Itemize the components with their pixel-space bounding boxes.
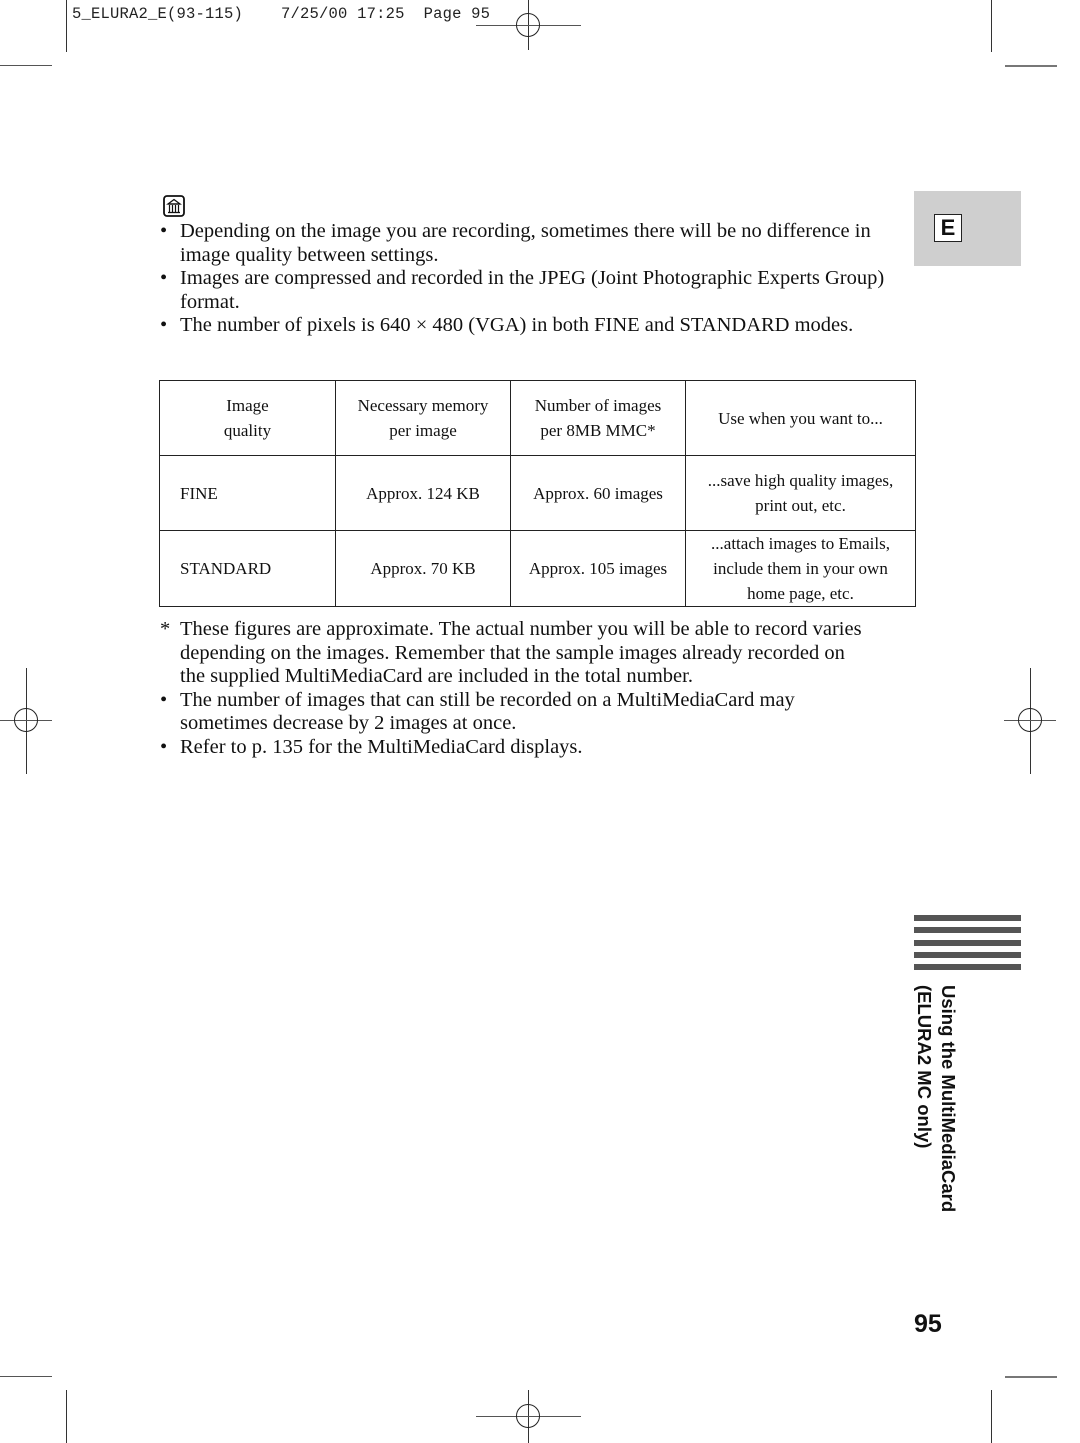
print-slug: 5_ELURA2_E(93-115) 7/25/00 17:25 Page 95 xyxy=(72,5,490,23)
table-row: FINE Approx. 124 KB Approx. 60 images ..… xyxy=(159,455,916,531)
header-images-per-card: Number of images per 8MB MMC* xyxy=(510,380,686,456)
slug-date: 7/25/00 xyxy=(281,5,348,23)
bullet-mark: • xyxy=(160,267,168,289)
use-line: home page, etc. xyxy=(747,584,854,603)
notes-list: • Depending on the image you are recordin… xyxy=(160,220,900,338)
header-memory-per-image: Necessary memory per image xyxy=(335,380,511,456)
note-text: Depending on the image you are recording… xyxy=(180,220,871,266)
bullet-mark: • xyxy=(160,314,168,336)
header-line: per image xyxy=(389,421,457,440)
use-line: ...save high quality images, xyxy=(707,471,894,490)
header-line: quality xyxy=(223,421,272,440)
cell-count: Approx. 60 images xyxy=(510,455,686,531)
asterisk-mark: * xyxy=(160,618,171,640)
header-line: per 8MB MMC* xyxy=(540,421,656,440)
note-item: • Images are compressed and recorded in t… xyxy=(160,267,900,314)
header-line: Necessary memory xyxy=(357,396,489,415)
header-image-quality: Image quality xyxy=(159,380,336,456)
bullet-mark: • xyxy=(160,735,168,758)
note-text: The number of pixels is 640 × 480 (VGA) … xyxy=(180,314,854,336)
section-label-line-1: Using the MultiMediaCard xyxy=(938,985,959,1213)
memo-notes-icon xyxy=(163,195,185,217)
cell-memory: Approx. 70 KB xyxy=(335,530,511,607)
cell-use: ...save high quality images, print out, … xyxy=(685,455,916,531)
section-label: Using the MultiMediaCard (ELURA2 MC only) xyxy=(912,985,960,1212)
footnotes-list: * These figures are approximate. The actu… xyxy=(160,618,870,759)
header-use-when: Use when you want to... xyxy=(685,380,916,456)
cell-quality: FINE xyxy=(159,455,336,531)
note-text: The number of images that can still be r… xyxy=(180,688,795,735)
table-row: STANDARD Approx. 70 KB Approx. 105 image… xyxy=(159,530,916,607)
header-line: Number of images xyxy=(534,396,662,415)
image-quality-table: Image quality Necessary memory per image… xyxy=(159,380,916,607)
section-label-line-2: (ELURA2 MC only) xyxy=(914,985,935,1149)
note-text: Images are compressed and recorded in th… xyxy=(180,267,885,313)
crop-mark-bottom-left-vertical xyxy=(66,1390,67,1443)
note-item: • Depending on the image you are recordin… xyxy=(160,220,900,267)
crop-mark-bottom-right-vertical xyxy=(991,1390,992,1443)
page-number: 95 xyxy=(914,1310,942,1338)
language-letter: E xyxy=(934,214,962,242)
use-line: print out, etc. xyxy=(755,496,846,515)
slug-time: 17:25 xyxy=(357,5,405,23)
crop-mark-top-left-vertical xyxy=(66,0,67,52)
cell-count: Approx. 105 images xyxy=(510,530,686,607)
crop-mark-top-right-vertical xyxy=(991,0,992,52)
header-line: Image xyxy=(226,396,269,415)
header-line: Use when you want to... xyxy=(718,408,883,428)
slug-page-label: Page xyxy=(423,5,462,23)
bullet-mark: • xyxy=(160,688,168,711)
slug-file: 5_ELURA2_E(93-115) xyxy=(72,5,244,23)
slug-page-number: 95 xyxy=(471,5,491,23)
footnote-item: * These figures are approximate. The actu… xyxy=(160,618,870,689)
cell-memory: Approx. 124 KB xyxy=(335,455,511,531)
note-item: • The number of images that can still be … xyxy=(160,689,870,736)
use-line: include them in your own xyxy=(713,559,888,578)
cell-quality: STANDARD xyxy=(159,530,336,607)
bullet-mark: • xyxy=(160,220,168,242)
crop-mark-bottom-right-horizontal xyxy=(1005,1376,1057,1378)
table-header-row: Image quality Necessary memory per image… xyxy=(159,380,916,456)
note-item: • The number of pixels is 640 × 480 (VGA)… xyxy=(160,314,900,338)
note-text: Refer to p. 135 for the MultiMediaCard d… xyxy=(180,735,583,758)
cell-use: ...attach images to Emails, include them… xyxy=(685,530,916,607)
footnote-text: These figures are approximate. The actua… xyxy=(180,618,862,687)
use-line: ...attach images to Emails, xyxy=(711,534,890,553)
crop-mark-bottom-left-horizontal xyxy=(0,1376,52,1377)
language-tab: E xyxy=(914,191,1021,266)
note-item: • Refer to p. 135 for the MultiMediaCard … xyxy=(160,736,870,760)
crop-mark-top-right-horizontal xyxy=(1005,65,1057,67)
crop-mark-top-left-horizontal xyxy=(0,65,52,66)
